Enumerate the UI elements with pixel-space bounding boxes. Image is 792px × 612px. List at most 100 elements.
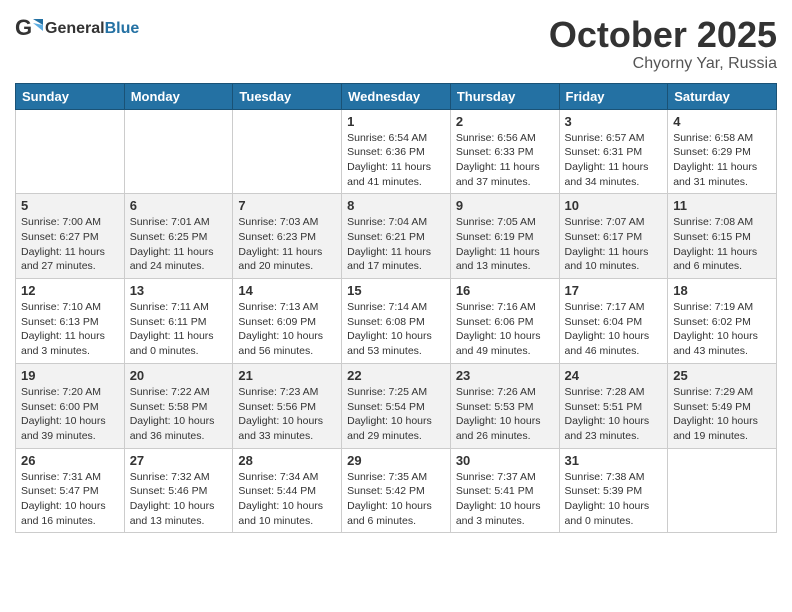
calendar-cell: 30Sunrise: 7:37 AM Sunset: 5:41 PM Dayli… [450, 448, 559, 533]
logo-blue-text: Blue [105, 20, 140, 38]
svg-text:G: G [15, 15, 32, 40]
day-info: Sunrise: 7:14 AM Sunset: 6:08 PM Dayligh… [347, 300, 445, 359]
day-info: Sunrise: 6:54 AM Sunset: 6:36 PM Dayligh… [347, 131, 445, 190]
day-info: Sunrise: 7:13 AM Sunset: 6:09 PM Dayligh… [238, 300, 336, 359]
weekday-header-tuesday: Tuesday [233, 83, 342, 109]
day-info: Sunrise: 7:00 AM Sunset: 6:27 PM Dayligh… [21, 215, 119, 274]
day-info: Sunrise: 7:26 AM Sunset: 5:53 PM Dayligh… [456, 385, 554, 444]
day-info: Sunrise: 7:19 AM Sunset: 6:02 PM Dayligh… [673, 300, 771, 359]
day-info: Sunrise: 7:38 AM Sunset: 5:39 PM Dayligh… [565, 470, 663, 529]
day-number: 20 [130, 368, 228, 383]
day-info: Sunrise: 7:03 AM Sunset: 6:23 PM Dayligh… [238, 215, 336, 274]
weekday-header-wednesday: Wednesday [342, 83, 451, 109]
day-number: 8 [347, 198, 445, 213]
weekday-header-saturday: Saturday [668, 83, 777, 109]
day-number: 12 [21, 283, 119, 298]
day-info: Sunrise: 7:28 AM Sunset: 5:51 PM Dayligh… [565, 385, 663, 444]
day-info: Sunrise: 7:25 AM Sunset: 5:54 PM Dayligh… [347, 385, 445, 444]
day-number: 6 [130, 198, 228, 213]
day-info: Sunrise: 7:23 AM Sunset: 5:56 PM Dayligh… [238, 385, 336, 444]
calendar-cell: 17 Sunrise: 7:17 AM Sunset: 6:04 PM Dayli… [559, 279, 668, 364]
weekday-header-row: SundayMondayTuesdayWednesdayThursdayFrid… [16, 83, 777, 109]
month-title: October 2025 [549, 15, 777, 55]
calendar-cell: 11 Sunrise: 7:08 AM Sunset: 6:15 PM Dayli… [668, 194, 777, 279]
calendar-cell: 18 Sunrise: 7:19 AM Sunset: 6:02 PM Dayli… [668, 279, 777, 364]
day-number: 28 [238, 453, 336, 468]
day-info: Sunrise: 7:35 AM Sunset: 5:42 PM Dayligh… [347, 470, 445, 529]
day-info: Sunrise: 7:10 AM Sunset: 6:13 PM Dayligh… [21, 300, 119, 359]
calendar-cell: 1 Sunrise: 6:54 AM Sunset: 6:36 PM Daylig… [342, 109, 451, 194]
day-number: 7 [238, 198, 336, 213]
calendar-cell: 16Sunrise: 7:16 AM Sunset: 6:06 PM Dayli… [450, 279, 559, 364]
calendar-cell: 5Sunrise: 7:00 AM Sunset: 6:27 PM Daylig… [16, 194, 125, 279]
calendar-row-2: 12 Sunrise: 7:10 AM Sunset: 6:13 PM Dayli… [16, 279, 777, 364]
day-number: 26 [21, 453, 119, 468]
day-number: 14 [238, 283, 336, 298]
logo-general-text: General [45, 20, 105, 38]
calendar-cell: 21 Sunrise: 7:23 AM Sunset: 5:56 PM Dayli… [233, 363, 342, 448]
calendar-cell: 4 Sunrise: 6:58 AM Sunset: 6:29 PM Daylig… [668, 109, 777, 194]
calendar-table: SundayMondayTuesdayWednesdayThursdayFrid… [15, 83, 777, 534]
logo-icon: G [15, 15, 43, 43]
day-number: 22 [347, 368, 445, 383]
calendar-cell: 9Sunrise: 7:05 AM Sunset: 6:19 PM Daylig… [450, 194, 559, 279]
day-info: Sunrise: 7:11 AM Sunset: 6:11 PM Dayligh… [130, 300, 228, 359]
calendar-cell [16, 109, 125, 194]
day-number: 25 [673, 368, 771, 383]
day-info: Sunrise: 7:20 AM Sunset: 6:00 PM Dayligh… [21, 385, 119, 444]
calendar-row-4: 26 Sunrise: 7:31 AM Sunset: 5:47 PM Dayli… [16, 448, 777, 533]
day-number: 1 [347, 114, 445, 129]
day-info: Sunrise: 7:31 AM Sunset: 5:47 PM Dayligh… [21, 470, 119, 529]
day-info: Sunrise: 7:07 AM Sunset: 6:17 PM Dayligh… [565, 215, 663, 274]
day-info: Sunrise: 7:17 AM Sunset: 6:04 PM Dayligh… [565, 300, 663, 359]
day-number: 24 [565, 368, 663, 383]
calendar-cell [124, 109, 233, 194]
location: Chyorny Yar, Russia [549, 55, 777, 73]
calendar-cell: 15Sunrise: 7:14 AM Sunset: 6:08 PM Dayli… [342, 279, 451, 364]
calendar-cell: 20 Sunrise: 7:22 AM Sunset: 5:58 PM Dayli… [124, 363, 233, 448]
day-info: Sunrise: 6:57 AM Sunset: 6:31 PM Dayligh… [565, 131, 663, 190]
day-number: 23 [456, 368, 554, 383]
page-header: G General Blue October 2025 Chyorny Yar,… [15, 15, 777, 73]
weekday-header-sunday: Sunday [16, 83, 125, 109]
calendar-cell: 6 Sunrise: 7:01 AM Sunset: 6:25 PM Daylig… [124, 194, 233, 279]
day-number: 4 [673, 114, 771, 129]
day-number: 30 [456, 453, 554, 468]
calendar-cell: 2 Sunrise: 6:56 AM Sunset: 6:33 PM Daylig… [450, 109, 559, 194]
title-block: October 2025 Chyorny Yar, Russia [549, 15, 777, 73]
day-number: 11 [673, 198, 771, 213]
day-info: Sunrise: 7:22 AM Sunset: 5:58 PM Dayligh… [130, 385, 228, 444]
day-number: 29 [347, 453, 445, 468]
day-info: Sunrise: 7:16 AM Sunset: 6:06 PM Dayligh… [456, 300, 554, 359]
calendar-cell: 29 Sunrise: 7:35 AM Sunset: 5:42 PM Dayli… [342, 448, 451, 533]
day-info: Sunrise: 7:01 AM Sunset: 6:25 PM Dayligh… [130, 215, 228, 274]
calendar-cell: 10 Sunrise: 7:07 AM Sunset: 6:17 PM Dayli… [559, 194, 668, 279]
calendar-cell: 27Sunrise: 7:32 AM Sunset: 5:46 PM Dayli… [124, 448, 233, 533]
day-info: Sunrise: 6:58 AM Sunset: 6:29 PM Dayligh… [673, 131, 771, 190]
day-info: Sunrise: 7:08 AM Sunset: 6:15 PM Dayligh… [673, 215, 771, 274]
calendar-cell: 13Sunrise: 7:11 AM Sunset: 6:11 PM Dayli… [124, 279, 233, 364]
day-info: Sunrise: 7:34 AM Sunset: 5:44 PM Dayligh… [238, 470, 336, 529]
calendar-cell: 31 Sunrise: 7:38 AM Sunset: 5:39 PM Dayli… [559, 448, 668, 533]
day-info: Sunrise: 7:32 AM Sunset: 5:46 PM Dayligh… [130, 470, 228, 529]
calendar-cell: 3 Sunrise: 6:57 AM Sunset: 6:31 PM Daylig… [559, 109, 668, 194]
day-number: 21 [238, 368, 336, 383]
calendar-cell [233, 109, 342, 194]
calendar-cell: 7 Sunrise: 7:03 AM Sunset: 6:23 PM Daylig… [233, 194, 342, 279]
day-number: 19 [21, 368, 119, 383]
weekday-header-monday: Monday [124, 83, 233, 109]
calendar-cell: 12 Sunrise: 7:10 AM Sunset: 6:13 PM Dayli… [16, 279, 125, 364]
day-number: 18 [673, 283, 771, 298]
day-info: Sunrise: 6:56 AM Sunset: 6:33 PM Dayligh… [456, 131, 554, 190]
day-number: 17 [565, 283, 663, 298]
calendar-row-0: 1 Sunrise: 6:54 AM Sunset: 6:36 PM Daylig… [16, 109, 777, 194]
day-number: 2 [456, 114, 554, 129]
day-number: 31 [565, 453, 663, 468]
calendar-cell: 23 Sunrise: 7:26 AM Sunset: 5:53 PM Dayli… [450, 363, 559, 448]
calendar-row-1: 5Sunrise: 7:00 AM Sunset: 6:27 PM Daylig… [16, 194, 777, 279]
calendar-cell: 25Sunrise: 7:29 AM Sunset: 5:49 PM Dayli… [668, 363, 777, 448]
day-number: 3 [565, 114, 663, 129]
calendar-cell: 28 Sunrise: 7:34 AM Sunset: 5:44 PM Dayli… [233, 448, 342, 533]
weekday-header-thursday: Thursday [450, 83, 559, 109]
day-number: 10 [565, 198, 663, 213]
